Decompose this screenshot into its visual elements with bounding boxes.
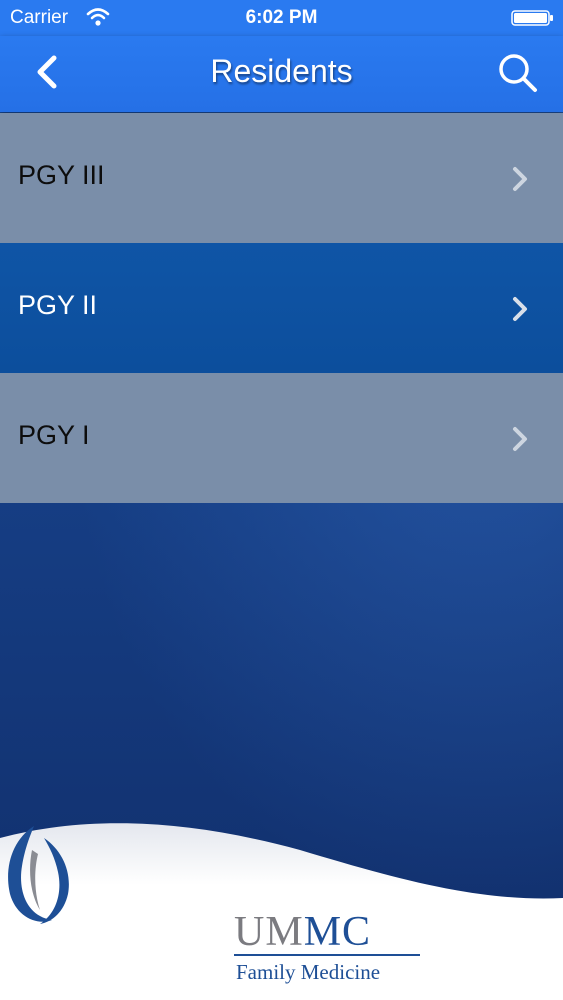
logo-wordmark: UMMC (234, 908, 371, 956)
page-title: Residents (210, 53, 353, 89)
logo-wordmark-gray: UM (234, 909, 304, 955)
chevron-right-icon (513, 167, 527, 191)
list-item-label: PGY II (18, 290, 98, 320)
status-bar: Carrier 6:02 PM (0, 0, 563, 36)
battery-icon (511, 10, 553, 26)
logo-subtitle: Family Medicine (236, 960, 381, 984)
list-item-pgy-i[interactable]: PGY I (0, 373, 563, 503)
footer: UMMC Family Medicine (0, 820, 563, 1000)
logo-divider (234, 954, 420, 956)
list-item-pgy-ii[interactable]: PGY II (0, 243, 563, 373)
search-button[interactable] (495, 50, 541, 96)
list-item-pgy-iii[interactable]: PGY III (0, 113, 563, 243)
search-icon (499, 54, 537, 92)
status-time: 6:02 PM (245, 7, 318, 28)
chevron-right-icon (513, 427, 527, 451)
chevron-right-icon (513, 297, 527, 321)
residents-list: PGY III PGY II PGY I (0, 113, 563, 503)
list-item-label: PGY III (18, 160, 105, 190)
navigation-bar: Residents (0, 36, 563, 112)
logo-wordmark-blue: MC (303, 909, 372, 955)
ummc-logo-icon (8, 826, 69, 924)
list-item-label: PGY I (18, 420, 90, 450)
